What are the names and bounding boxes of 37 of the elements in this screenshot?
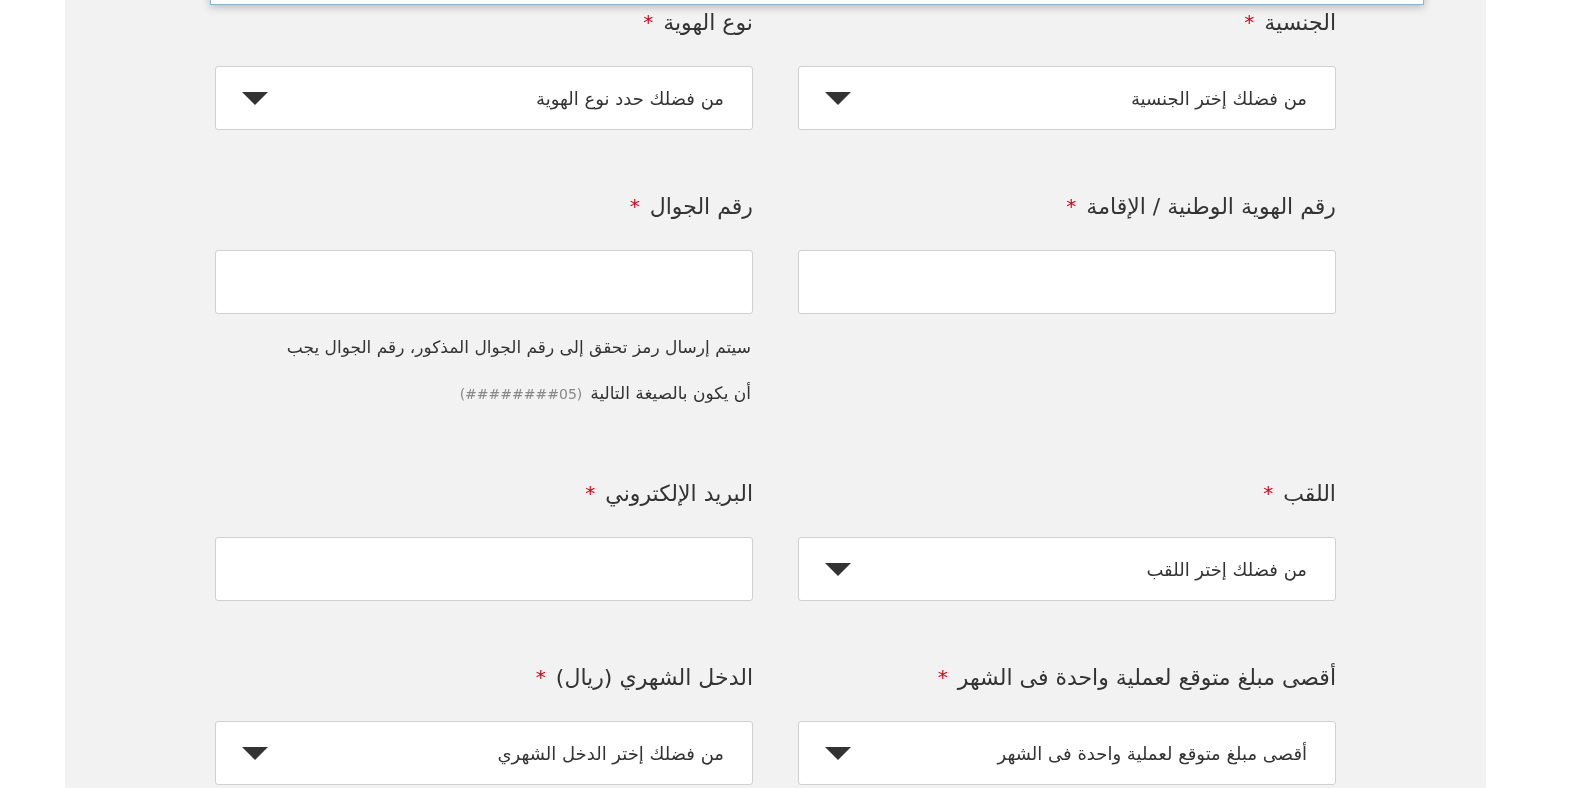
dropdown[interactable]: من فضلك إختر اللقب bbox=[798, 537, 1336, 601]
field-label: رقم الهوية الوطنية / الإقامة bbox=[1086, 193, 1336, 219]
caret-icon bbox=[242, 746, 268, 760]
required-mark: * bbox=[585, 481, 596, 505]
field-label: اللقب bbox=[1283, 480, 1336, 506]
field-label: الدخل الشهري (ريال) bbox=[555, 664, 753, 690]
required-mark: * bbox=[535, 665, 546, 689]
caret-icon bbox=[242, 91, 268, 105]
required-mark: * bbox=[1244, 10, 1255, 34]
input-field[interactable] bbox=[215, 250, 753, 314]
caret-icon bbox=[825, 91, 851, 105]
required-mark: * bbox=[1263, 481, 1274, 505]
field-label: نوع الهوية bbox=[663, 9, 753, 35]
dropdown-placeholder: من فضلك إختر اللقب bbox=[1146, 558, 1307, 580]
field-label: البريد الإلكتروني bbox=[605, 480, 753, 506]
input-field[interactable] bbox=[798, 250, 1336, 314]
field-label: أقصى مبلغ متوقع لعملية واحدة فى الشهر bbox=[957, 664, 1336, 690]
dropdown-placeholder: من فضلك إختر الدخل الشهري bbox=[497, 742, 724, 764]
required-mark: * bbox=[937, 665, 948, 689]
hint-text: أن يكون بالصيغة التالية bbox=[590, 383, 751, 403]
field-label: رقم الجوال bbox=[649, 193, 753, 219]
required-mark: * bbox=[643, 10, 654, 34]
dropdown[interactable]: من فضلك حدد نوع الهوية bbox=[215, 66, 753, 130]
dropdown[interactable]: أقصى مبلغ متوقع لعملية واحدة فى الشهر bbox=[798, 721, 1336, 785]
dropdown-placeholder: من فضلك إختر الجنسية bbox=[1130, 87, 1307, 109]
input-field[interactable] bbox=[215, 537, 753, 601]
required-mark: * bbox=[1066, 194, 1077, 218]
dropdown-placeholder: من فضلك حدد نوع الهوية bbox=[536, 87, 724, 109]
caret-icon bbox=[825, 746, 851, 760]
format-example: (05########) bbox=[459, 386, 583, 402]
dropdown[interactable]: من فضلك إختر الجنسية bbox=[798, 66, 1336, 130]
dropdown[interactable]: من فضلك إختر الدخل الشهري bbox=[215, 721, 753, 785]
field-label: الجنسية bbox=[1264, 9, 1336, 35]
hint-text: سيتم إرسال رمز تحقق إلى رقم الجوال المذكور، رقم الجوال يجب bbox=[286, 337, 751, 357]
caret-icon bbox=[825, 562, 851, 576]
required-mark: * bbox=[629, 194, 640, 218]
dropdown-placeholder: أقصى مبلغ متوقع لعملية واحدة فى الشهر bbox=[997, 742, 1307, 764]
